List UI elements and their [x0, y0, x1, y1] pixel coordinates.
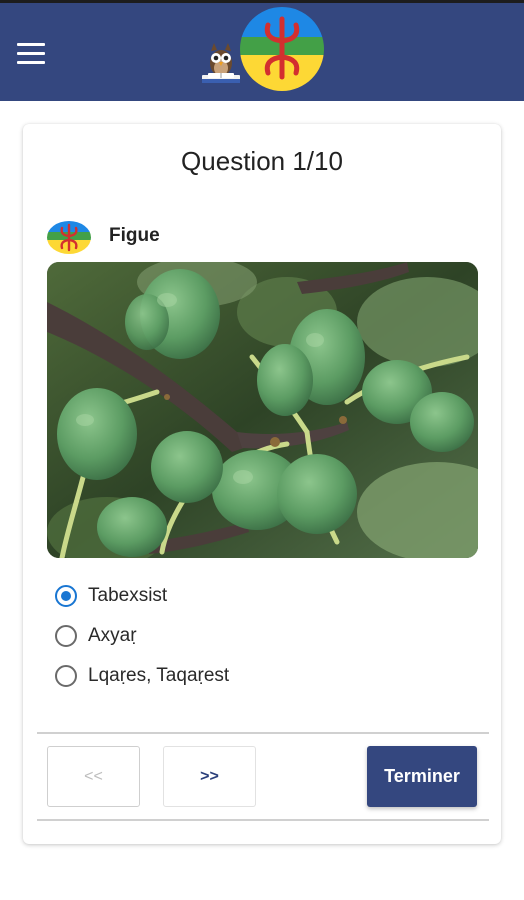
answer-option-1[interactable]: Tabexsist [55, 576, 229, 616]
answer-label: Tabexsist [88, 585, 168, 606]
answer-option-2[interactable]: Axyaṛ [55, 616, 229, 656]
app-header [0, 0, 524, 101]
previous-button[interactable]: << [47, 746, 140, 807]
amazigh-flag-icon [240, 7, 324, 91]
divider [37, 732, 489, 734]
radio-button[interactable] [55, 665, 77, 687]
owl-reading-icon [202, 43, 240, 83]
answer-options: Tabexsist Axyaṛ Lqaṛes, Taqaṛest [55, 576, 229, 696]
answer-label: Lqaṛes, Taqaṛest [88, 665, 230, 686]
figs-on-branch-photo [47, 262, 478, 558]
answer-label: Axyaṛ [88, 625, 137, 646]
radio-button[interactable] [55, 625, 77, 647]
radio-button-selected[interactable] [55, 585, 77, 607]
amazigh-flag-icon [47, 221, 91, 254]
answer-option-3[interactable]: Lqaṛes, Taqaṛest [55, 656, 229, 696]
hamburger-menu-icon[interactable] [16, 43, 46, 69]
question-counter: Question 1/10 [181, 146, 343, 176]
divider [37, 819, 489, 821]
next-button[interactable]: >> [163, 746, 256, 807]
finish-button[interactable]: Terminer [367, 746, 477, 807]
quiz-card: Question 1/10 Figue Tabexsist Axyaṛ Lqaṛ… [23, 124, 501, 844]
word-to-translate: Figue [109, 225, 160, 246]
